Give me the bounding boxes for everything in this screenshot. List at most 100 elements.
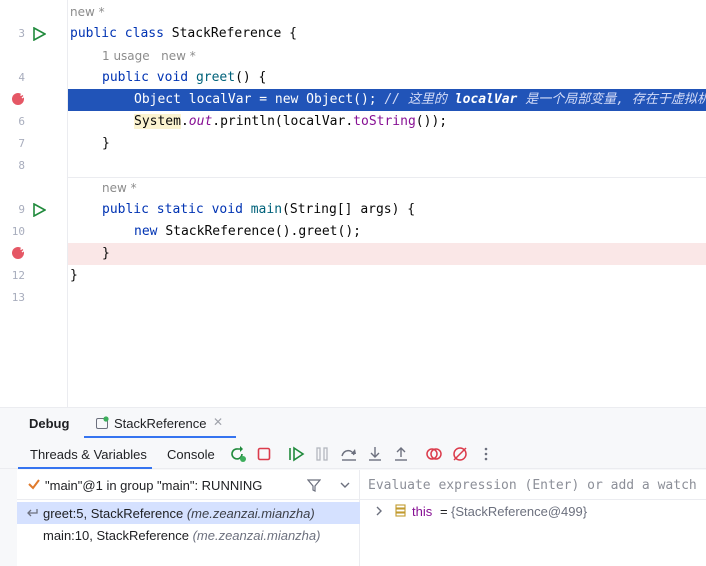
- run-main-icon[interactable]: [32, 203, 46, 217]
- code-line-12[interactable]: }: [68, 265, 706, 287]
- line-number: 13: [11, 291, 25, 304]
- code-line-7[interactable]: }: [68, 133, 706, 155]
- method-author-hint[interactable]: new *: [161, 49, 196, 63]
- code-editor[interactable]: 3 4 5 6 7 8 9 10 11 12 13 new * public c…: [0, 0, 706, 407]
- code-text: StackReference().greet();: [165, 224, 361, 239]
- close-icon[interactable]: ✕: [213, 415, 223, 429]
- class-author-hint[interactable]: new *: [70, 1, 105, 23]
- code-text: Object localVar = new Object();: [134, 92, 385, 107]
- code-line-10[interactable]: new StackReference().greet();: [68, 221, 706, 243]
- keyword: void: [156, 70, 196, 85]
- return-arrow-icon: [27, 509, 38, 517]
- variable-value: {StackReference@499}: [451, 504, 588, 519]
- frame-package: (me.zeanzai.mianzha): [186, 506, 315, 521]
- editor-gutter[interactable]: 3 4 5 6 7 8 9 10 11 12 13: [0, 0, 68, 407]
- line-number: 9: [18, 203, 25, 216]
- debug-header: Debug StackReference ✕: [0, 408, 706, 438]
- pause-icon[interactable]: [313, 445, 331, 463]
- breakpoint-icon[interactable]: [11, 92, 25, 106]
- code-line-9[interactable]: public static void main(String[] args) {: [68, 199, 706, 221]
- variable-row[interactable]: this = {StackReference@499}: [360, 500, 706, 522]
- method-name: main: [250, 202, 283, 217]
- code-text: (String[] args) {: [282, 202, 416, 217]
- tab-console[interactable]: Console: [167, 447, 215, 462]
- java-class-icon: [96, 416, 109, 429]
- line-number: 10: [11, 225, 25, 238]
- object-field-icon: [395, 504, 406, 517]
- variable-equals: =: [440, 504, 448, 519]
- breakpoint-line[interactable]: }: [68, 243, 706, 265]
- method-call: toString: [353, 114, 416, 129]
- frame-method: greet:5, StackReference: [43, 506, 187, 521]
- more-icon[interactable]: [477, 445, 495, 463]
- keyword: static: [156, 202, 212, 217]
- static-field: out: [188, 114, 213, 129]
- stack-frame-row[interactable]: greet:5, StackReference (me.zeanzai.mian…: [17, 502, 360, 524]
- usages-count[interactable]: 1 usage: [102, 49, 150, 63]
- execution-point-line[interactable]: Object localVar = new Object(); // 这里的 l…: [68, 89, 706, 111]
- session-tab-stackreference[interactable]: StackReference ✕: [84, 408, 236, 438]
- code-text: () {: [235, 70, 267, 85]
- keyword: new: [134, 224, 166, 239]
- evaluate-placeholder[interactable]: Evaluate expression (Enter) or add a wat…: [368, 478, 697, 493]
- line-number: 3: [18, 27, 25, 40]
- stop-icon[interactable]: [255, 445, 273, 463]
- variables-panel: Evaluate expression (Enter) or add a wat…: [360, 470, 706, 566]
- code-text: .println(localVar.: [212, 114, 354, 129]
- method-separator: [68, 177, 706, 178]
- breakpoint-icon[interactable]: [11, 246, 25, 260]
- debug-tool-window: Debug StackReference ✕ Threads & Variabl…: [0, 407, 706, 566]
- view-breakpoints-icon[interactable]: [425, 445, 443, 463]
- code-line-6[interactable]: System.out.println(localVar.toString());: [68, 111, 706, 133]
- code-text: }: [102, 136, 110, 151]
- thread-selector[interactable]: "main"@1 in group "main": RUNNING: [17, 470, 360, 500]
- class-name: StackReference: [171, 26, 282, 41]
- method-author-hint[interactable]: new *: [102, 177, 137, 199]
- filter-icon[interactable]: [307, 478, 321, 492]
- keyword: void: [211, 202, 251, 217]
- tab-threads-variables[interactable]: Threads & Variables: [30, 447, 147, 462]
- variable-name: this: [412, 504, 433, 519]
- comment-ref: localVar: [454, 92, 518, 107]
- code-text: }: [70, 268, 78, 283]
- frames-panel: "main"@1 in group "main": RUNNING greet:…: [17, 470, 360, 566]
- keyword: public class: [70, 26, 172, 41]
- run-class-icon[interactable]: [32, 27, 46, 41]
- code-text: {: [281, 26, 297, 41]
- line-number: 12: [11, 269, 25, 282]
- line-number: 8: [18, 159, 25, 172]
- debug-toolbar: Threads & Variables Console: [0, 439, 706, 469]
- resume-icon[interactable]: [287, 445, 305, 463]
- thread-name[interactable]: "main"@1 in group "main": RUNNING: [45, 478, 262, 493]
- evaluate-expression-field[interactable]: Evaluate expression (Enter) or add a wat…: [360, 470, 706, 500]
- stack-frame-row[interactable]: main:10, StackReference (me.zeanzai.mian…: [17, 524, 360, 546]
- step-into-icon[interactable]: [366, 445, 384, 463]
- line-number: 4: [18, 71, 25, 84]
- keyword: public: [102, 202, 157, 217]
- method-name: greet: [195, 70, 236, 85]
- comment-text: 是一个局部变量, 存在于虚拟机: [517, 92, 706, 107]
- frame-package: (me.zeanzai.mianzha): [192, 528, 321, 543]
- code-text: .: [180, 114, 189, 129]
- chevron-down-icon[interactable]: [339, 480, 351, 490]
- comment-text: // 这里的: [384, 92, 455, 107]
- usages-hint[interactable]: 1 usage new *: [102, 45, 196, 67]
- active-tab-indicator: [84, 436, 236, 438]
- session-tab-label: StackReference: [114, 416, 207, 431]
- rerun-icon[interactable]: [229, 445, 247, 463]
- class-ref: System: [134, 114, 181, 129]
- step-out-icon[interactable]: [392, 445, 410, 463]
- chevron-right-icon[interactable]: [375, 506, 383, 516]
- line-number: 6: [18, 115, 25, 128]
- step-over-icon[interactable]: [340, 445, 358, 463]
- code-line-3[interactable]: public class StackReference {: [68, 23, 706, 45]
- code-text: }: [102, 246, 110, 261]
- code-line-4[interactable]: public void greet() {: [68, 67, 706, 89]
- check-icon: [28, 479, 40, 490]
- debug-title: Debug: [29, 416, 70, 431]
- code-text: ());: [415, 114, 448, 129]
- mute-breakpoints-icon[interactable]: [451, 445, 469, 463]
- keyword: public: [102, 70, 157, 85]
- frame-method: main:10, StackReference: [43, 528, 193, 543]
- active-subtab-indicator: [18, 467, 152, 469]
